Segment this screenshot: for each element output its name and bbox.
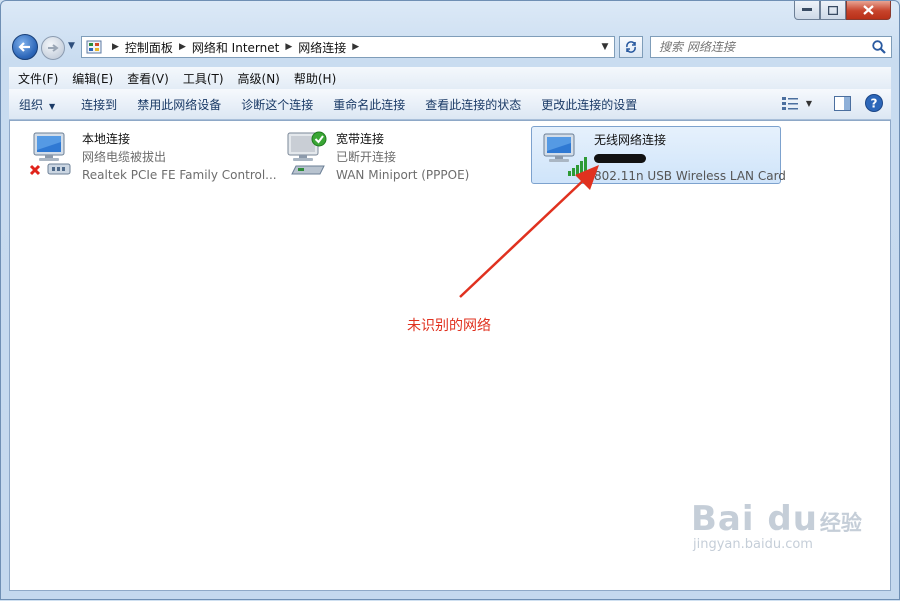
annotation-label: 未识别的网络: [407, 318, 491, 334]
watermark-suffix: 经验: [819, 511, 862, 535]
watermark-logo: Bai du: [691, 499, 818, 539]
baidu-watermark: Bai du经验 jingyan.baidu.com: [691, 499, 871, 579]
explorer-window: ▼ ▶ 控制面板 ▶ 网络和 Internet ▶ 网络连接 ▶ ▼ 搜索 网络…: [0, 0, 900, 600]
watermark-url: jingyan.baidu.com: [693, 537, 813, 552]
